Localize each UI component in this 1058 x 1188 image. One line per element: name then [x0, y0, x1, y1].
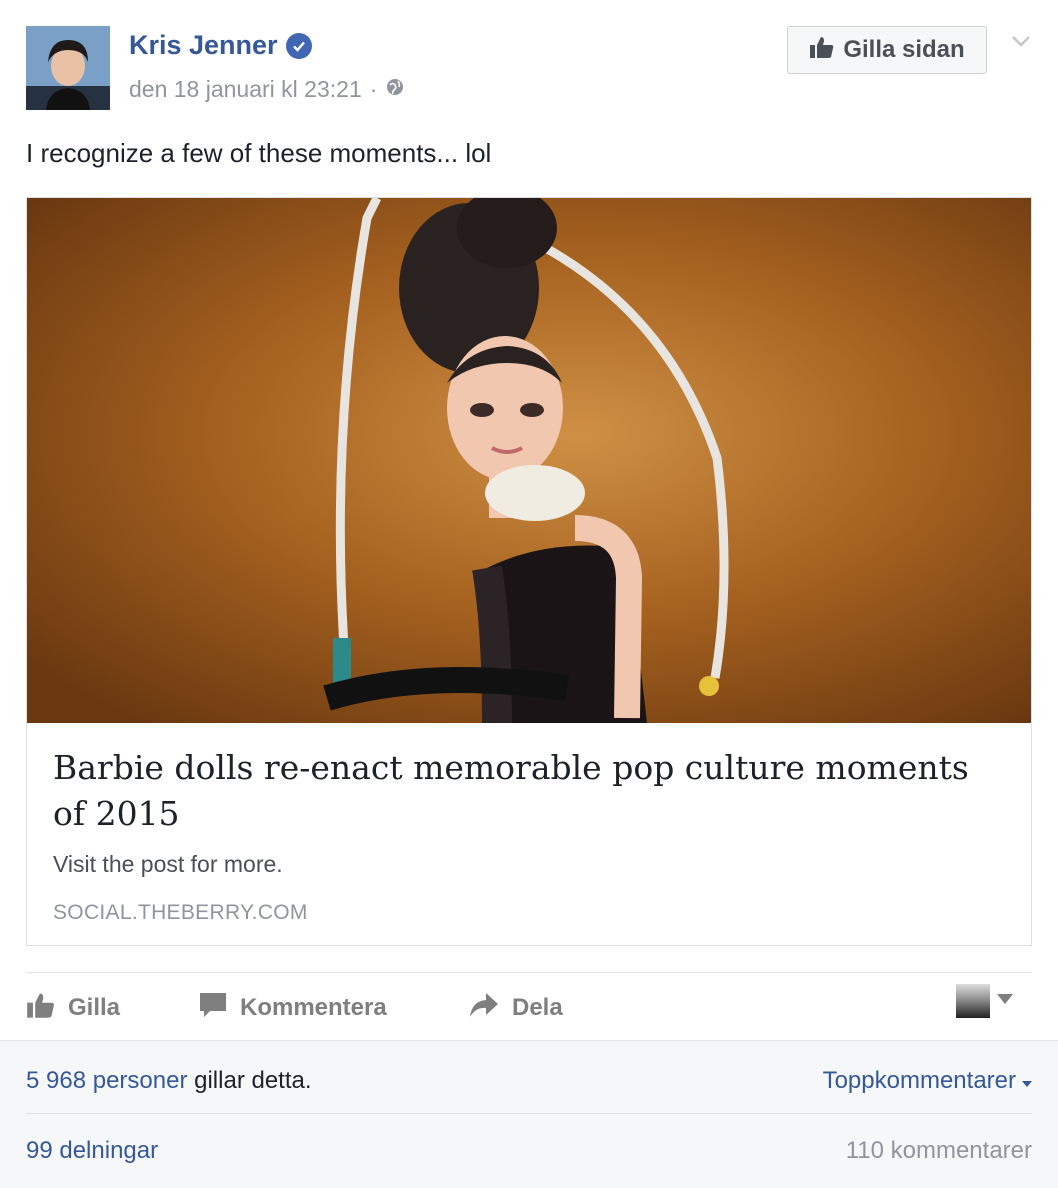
likes-suffix: gillar detta. — [187, 1067, 312, 1094]
viewer-avatar — [956, 984, 990, 1018]
like-page-button[interactable]: Gilla sidan — [787, 26, 987, 74]
thumbs-up-icon — [809, 35, 835, 66]
post-stats: 5 968 personer gillar detta. Toppkomment… — [0, 1040, 1058, 1188]
verified-badge-icon — [285, 32, 312, 59]
post-timestamp[interactable]: den 18 januari kl 23:21 — [129, 76, 362, 103]
share-label: Dela — [512, 994, 563, 1021]
like-page-label: Gilla sidan — [843, 36, 965, 63]
link-description: Visit the post for more. — [53, 851, 283, 877]
comment-bubble-icon — [198, 991, 228, 1026]
top-comments-label: Toppkommentarer — [822, 1067, 1016, 1094]
facebook-post: Kris Jenner den 18 januari kl 23:21 · Gi… — [0, 0, 1058, 1188]
stats-divider — [26, 1113, 1032, 1114]
comment-button[interactable]: Kommentera — [198, 980, 387, 1036]
post-text: I recognize a few of these moments... lo… — [26, 138, 492, 168]
avatar-image — [26, 26, 110, 110]
author-avatar[interactable] — [26, 26, 110, 110]
likes-summary: 5 968 personer gillar detta. — [26, 1067, 312, 1095]
like-label: Gilla — [68, 994, 121, 1021]
globe-icon[interactable] — [385, 76, 405, 103]
link-domain: SOCIAL.THEBERRY.COM — [53, 901, 308, 924]
post-meta: den 18 januari kl 23:21 · — [129, 76, 405, 103]
author-name[interactable]: Kris Jenner — [129, 30, 278, 61]
post-as-selector[interactable] — [956, 984, 1014, 1018]
chevron-down-icon[interactable] — [1010, 30, 1032, 52]
comment-label: Kommentera — [240, 994, 387, 1021]
shares-count[interactable]: 99 delningar — [26, 1137, 158, 1165]
caret-down-icon — [996, 992, 1014, 1010]
action-bar: Gilla Kommentera Dela — [26, 980, 1032, 1036]
link-preview-image[interactable] — [27, 198, 1031, 723]
share-button[interactable]: Dela — [468, 980, 563, 1036]
link-preview-body[interactable]: Barbie dolls re-enact memorable pop cult… — [27, 723, 1031, 945]
top-comments-dropdown[interactable]: Toppkommentarer — [823, 1067, 1032, 1095]
author-name-row: Kris Jenner — [129, 30, 312, 61]
link-preview-card[interactable]: Barbie dolls re-enact memorable pop cult… — [26, 197, 1032, 946]
actions-divider — [26, 972, 1032, 973]
doll-photo — [27, 198, 1031, 723]
comments-count[interactable]: 110 kommentarer — [846, 1137, 1032, 1165]
likes-count[interactable]: 5 968 personer — [26, 1067, 187, 1094]
like-button[interactable]: Gilla — [26, 980, 120, 1036]
thumbs-up-icon — [26, 991, 56, 1026]
caret-down-icon — [1022, 1067, 1032, 1095]
share-arrow-icon — [468, 991, 500, 1026]
link-title[interactable]: Barbie dolls re-enact memorable pop cult… — [53, 745, 1003, 837]
meta-separator: · — [369, 76, 378, 102]
